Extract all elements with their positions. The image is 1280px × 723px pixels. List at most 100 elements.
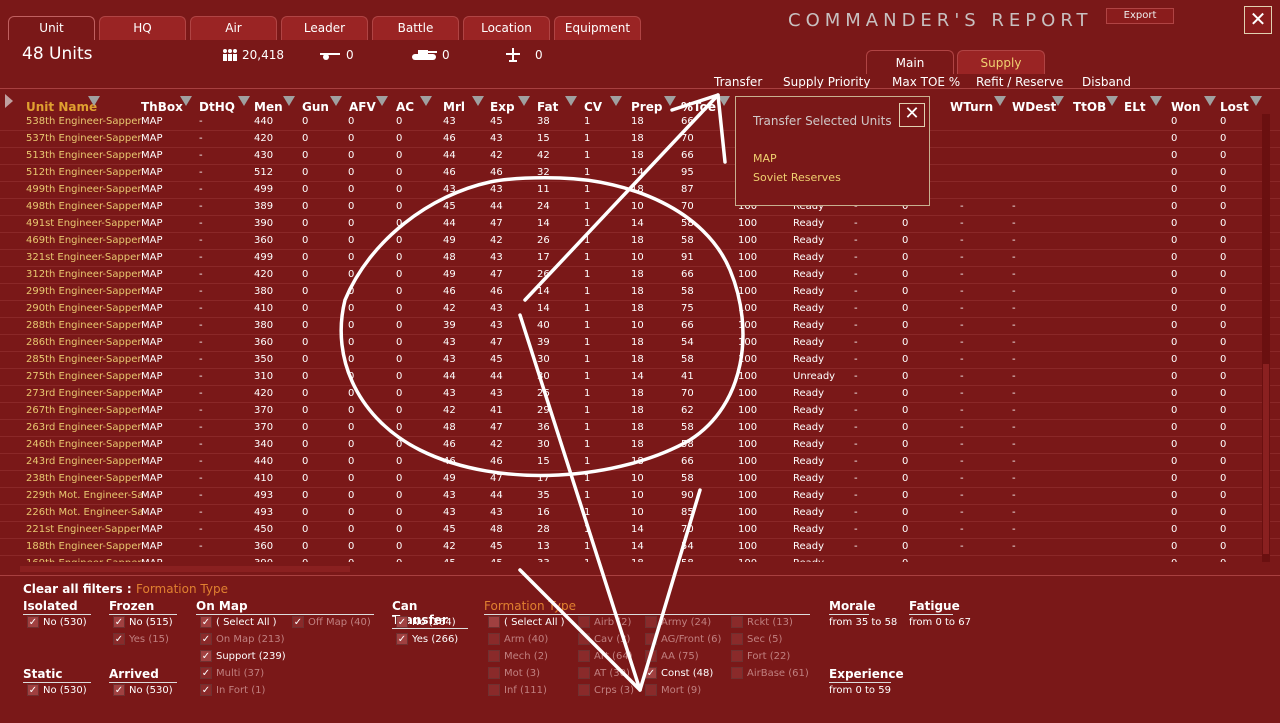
close-window-button[interactable]: ✕ [1244,6,1272,34]
column-header[interactable]: Fat [537,100,558,114]
filter-checkbox-on-map[interactable]: ✓ Off Map (40) [292,616,371,628]
table-row[interactable]: 469th Engineer-Sapper MAP - 360 0 0 0 49 42 26 1 18… [0,233,1280,250]
column-header[interactable]: ThBox [141,100,183,114]
table-row[interactable]: 169th Engineer-SapperMAP - 390 0 0 0 45 45 33 1 18… [0,556,1280,562]
expand-arrow-icon[interactable] [4,94,14,108]
column-filter-icon[interactable] [1150,96,1162,106]
table-row[interactable]: 286th Engineer-Sapper MAP - 360 0 0 0 43 47 39 1 18… [0,335,1280,352]
column-header[interactable]: Lost [1220,100,1249,114]
unit-name-cell[interactable]: 286th Engineer-Sapper [26,337,141,348]
column-filter-icon[interactable] [376,96,388,106]
transfer-option-soviet-reserves[interactable]: Soviet Reserves [753,171,841,184]
refit-reserve-action[interactable]: Refit / Reserve [976,75,1063,89]
checkmark-icon[interactable]: ✓ [645,667,657,679]
unit-name-cell[interactable]: 498th Engineer-Sapper [26,201,141,212]
filter-checkbox-isolated[interactable]: ✓ No (530) [27,616,87,628]
unit-name-cell[interactable]: 491st Engineer-Sapper [26,218,140,229]
empty-checkbox-icon[interactable] [645,650,657,662]
column-header[interactable]: Won [1171,100,1201,114]
unit-name-cell[interactable]: 288th Engineer-Sapper [26,320,141,331]
table-row[interactable]: 512th Engineer-Sapper MAP - 512 0 0 0 46 46 32 1 14… [0,165,1280,182]
filter-checkbox-arrived[interactable]: ✓ No (530) [113,684,173,696]
table-row[interactable]: 299th Engineer-Sapper MAP - 380 0 0 0 46 46 14 1 18… [0,284,1280,301]
morale-range[interactable]: from 35 to 58 [829,617,897,628]
column-filter-icon[interactable] [1052,96,1064,106]
column-filter-icon[interactable] [88,96,100,106]
table-row[interactable]: 499th Engineer-Sapper MAP -499 0 0 0 43 43 11 1 18… [0,182,1280,199]
filter-checkbox-formation-type[interactable]: Mot (3) [488,667,540,679]
column-filter-icon[interactable] [1204,96,1216,106]
checkmark-icon[interactable]: ✓ [200,684,212,696]
table-row[interactable]: 538th Engineer-Sapper MAP - 440 0 0 0 43 45 38 1 18… [0,114,1280,131]
filter-checkbox-on-map[interactable]: ✓ Support (239) [200,650,286,662]
disband-action[interactable]: Disband [1082,75,1131,89]
unit-name-cell[interactable]: 263rd Engineer-Sapper [26,422,142,433]
empty-checkbox-icon[interactable] [578,616,590,628]
tab-battle[interactable]: Battle [372,16,459,40]
empty-checkbox-icon[interactable] [731,650,743,662]
checkmark-icon[interactable]: ✓ [27,616,39,628]
column-header[interactable]: Prep [631,100,662,114]
column-filter-icon[interactable] [518,96,530,106]
checkmark-icon[interactable]: ✓ [200,650,212,662]
column-filter-icon[interactable] [994,96,1006,106]
filter-checkbox-on-map[interactable]: ✓ ( Select All ) [200,616,277,628]
column-header[interactable]: DtHQ [199,100,235,114]
filter-checkbox-formation-type[interactable]: Crps (3) [578,684,634,696]
checkmark-icon[interactable]: ✓ [113,684,125,696]
unit-name-cell[interactable]: 221st Engineer-Sapper [26,524,140,535]
table-row[interactable]: 226th Mot. Engineer-Sa MAP - 493 0 0 0 43 43 16 1 1… [0,505,1280,522]
column-filter-icon[interactable] [238,96,250,106]
unit-name-cell[interactable]: 246th Engineer-Sapper [26,439,141,450]
column-filter-icon[interactable] [718,96,730,106]
fatigue-range[interactable]: from 0 to 67 [909,617,971,628]
filter-checkbox-on-map[interactable]: ✓ Multi (37) [200,667,264,679]
filter-checkbox-formation-type[interactable]: Arm (40) [488,633,548,645]
filter-checkbox-formation-type[interactable]: Rckt (13) [731,616,793,628]
popup-close-button[interactable]: ✕ [899,103,925,127]
filter-checkbox-formation-type[interactable]: AT (30) [578,667,630,679]
horizontal-scrollbar[interactable] [20,566,350,572]
table-row[interactable]: 229th Mot. Engineer-Sa MAP - 493 0 0 0 43 44 35 1 1… [0,488,1280,505]
filter-checkbox-formation-type[interactable]: ( Select All ) [488,616,565,628]
filter-checkbox-formation-type[interactable]: Mech (2) [488,650,548,662]
filter-checkbox-can-transfer[interactable]: ✓ No (264) [396,616,456,628]
tab-hq[interactable]: HQ [99,16,186,40]
column-header[interactable]: WDest [1012,100,1056,114]
empty-checkbox-icon[interactable] [578,633,590,645]
empty-checkbox-icon[interactable] [488,684,500,696]
transfer-option-map[interactable]: MAP [753,152,777,165]
filter-checkbox-formation-type[interactable]: Army (24) [645,616,711,628]
unit-name-cell[interactable]: 321st Engineer-Sapper [26,252,140,263]
checkmark-icon[interactable]: ✓ [292,616,304,628]
unit-name-cell[interactable]: 538th Engineer-Sapper [26,116,141,127]
checkmark-icon[interactable]: ✓ [200,616,212,628]
checkmark-icon[interactable]: ✓ [396,633,408,645]
scroll-thumb[interactable] [1263,364,1269,554]
column-filter-icon[interactable] [472,96,484,106]
table-row[interactable]: 275th Engineer-Sapper MAP - 310 0 0 0 44 44 30 1 14… [0,369,1280,386]
vertical-scrollbar[interactable] [1262,114,1270,562]
unit-name-cell[interactable]: 290th Engineer-Sapper [26,303,141,314]
table-row[interactable]: 321st Engineer-Sapper MAP - 499 0 0 0 48 43 17 1 10… [0,250,1280,267]
column-filter-icon[interactable] [1250,96,1262,106]
filter-checkbox-on-map[interactable]: ✓ In Fort (1) [200,684,265,696]
tab-location[interactable]: Location [463,16,550,40]
table-row[interactable]: 290th Engineer-Sapper MAP - 410 0 0 0 42 43 14 1 18… [0,301,1280,318]
checkmark-icon[interactable]: ✓ [113,633,125,645]
unit-name-cell[interactable]: 229th Mot. Engineer-Sa [26,490,144,501]
column-header[interactable]: TtOB [1073,100,1106,114]
unit-name-cell[interactable]: 238th Engineer-Sapper [26,473,141,484]
empty-checkbox-icon[interactable] [645,616,657,628]
unit-name-cell[interactable]: 312th Engineer-Sapper [26,269,141,280]
filter-checkbox-formation-type[interactable]: Sec (5) [731,633,782,645]
column-filter-icon[interactable] [1106,96,1118,106]
unit-name-cell[interactable]: 243rd Engineer-Sapper [26,456,142,467]
table-row[interactable]: 267th Engineer-Sapper MAP - 370 0 0 0 42 41 29 1 18… [0,403,1280,420]
table-row[interactable]: 491st Engineer-Sapper MAP - 390 0 0 0 44 47 14 1 14… [0,216,1280,233]
filter-checkbox-frozen[interactable]: ✓ No (515) [113,616,173,628]
empty-checkbox-icon[interactable] [645,684,657,696]
filter-checkbox-frozen[interactable]: ✓ Yes (15) [113,633,169,645]
column-filter-icon[interactable] [330,96,342,106]
filter-checkbox-on-map[interactable]: ✓ On Map (213) [200,633,285,645]
